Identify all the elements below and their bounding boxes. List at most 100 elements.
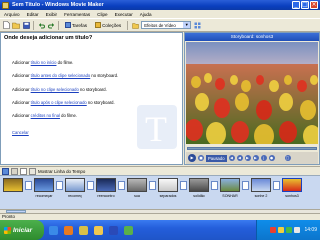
- fullscreen-icon[interactable]: □: [284, 155, 291, 161]
- link-title-on-clip[interactable]: título no clipe selecionado: [31, 87, 79, 92]
- transition-slot[interactable]: [179, 178, 188, 192]
- undo-icon[interactable]: [37, 21, 45, 29]
- redo-icon[interactable]: [47, 21, 55, 29]
- transition-slot[interactable]: [117, 178, 126, 192]
- new-project-icon[interactable]: [2, 21, 10, 29]
- option-prefix: Adicionar: [12, 113, 31, 118]
- app-icon: [123, 225, 133, 235]
- collection-dropdown[interactable]: Efeitos de Vídeo ▼: [141, 21, 192, 29]
- storyboard-clip-selected[interactable]: sonhos3: [281, 178, 303, 210]
- clip-caption: reencontro: [97, 194, 115, 198]
- next-frame-icon[interactable]: ▶: [252, 155, 259, 161]
- security-icon[interactable]: [270, 227, 277, 233]
- menu-clipe[interactable]: Clipe: [97, 12, 107, 17]
- option-suffix: no storyboard.: [86, 100, 115, 105]
- storyboard-clip[interactable]: recomeçar: [33, 178, 55, 210]
- movie-maker-app-icon: [2, 1, 9, 9]
- colecoes-button[interactable]: Coleções: [92, 20, 124, 30]
- clip-caption: sonhos3: [285, 194, 299, 198]
- storyboard-clip[interactable]: sua: [126, 178, 148, 210]
- clip-thumbnail: [34, 178, 54, 192]
- option-prefix: Adicionar: [12, 87, 31, 92]
- clip-caption: SONHAR: [222, 194, 238, 198]
- transition-slot[interactable]: [148, 178, 157, 192]
- volume-icon[interactable]: [294, 227, 301, 233]
- taskbar-app-other[interactable]: [122, 224, 134, 236]
- taskbar-app-moviemaker[interactable]: [77, 224, 89, 236]
- menu-arquivo[interactable]: Arquivo: [4, 12, 20, 17]
- clip-thumbnail: [282, 178, 302, 192]
- save-icon[interactable]: [22, 21, 30, 29]
- clip-thumbnail: [189, 178, 209, 192]
- taskbar-app-media[interactable]: [62, 224, 74, 236]
- window-title: Sem Título - Windows Movie Maker: [12, 2, 104, 8]
- clip-thumbnail: [96, 178, 116, 192]
- menu-exibir[interactable]: Exibir: [46, 12, 58, 17]
- tarefas-button[interactable]: Tarefas: [62, 20, 90, 30]
- open-folder-icon[interactable]: [12, 21, 20, 29]
- transition-slot[interactable]: [210, 178, 219, 192]
- preview-title: Storyboard: sonhos3: [185, 33, 319, 41]
- show-timeline-button[interactable]: Mostrar Linha do Tempo: [38, 169, 85, 174]
- playback-icon[interactable]: [20, 167, 27, 175]
- collections-up-icon[interactable]: [131, 21, 139, 29]
- status-bar: Pronto: [0, 213, 320, 220]
- cancel-link[interactable]: Cancelar: [12, 130, 29, 135]
- option-credits-end: Adicionar créditos no final do filme.: [12, 113, 77, 118]
- storyboard-clip[interactable]: reencontro: [95, 178, 117, 210]
- seek-bar[interactable]: [187, 147, 317, 150]
- transition-slot[interactable]: [86, 178, 95, 192]
- network-icon[interactable]: [278, 227, 285, 233]
- word-icon: [108, 225, 118, 235]
- clip-thumbnail: [127, 178, 147, 192]
- start-button[interactable]: Iniciar: [0, 220, 44, 240]
- audio-levels-icon[interactable]: [11, 167, 18, 175]
- tasks-icon: [65, 22, 71, 28]
- narrate-icon[interactable]: [2, 167, 9, 175]
- storyboard-toolbar: Mostrar Linha do Tempo: [0, 166, 320, 175]
- transition-slot[interactable]: [272, 178, 281, 192]
- storyboard-clip[interactable]: [2, 178, 24, 210]
- transition-slot[interactable]: [24, 178, 33, 192]
- menu-executar[interactable]: Executar: [115, 12, 133, 17]
- option-suffix: no storyboard.: [78, 87, 107, 92]
- svg-text:T: T: [145, 109, 167, 149]
- split-icon[interactable]: |: [260, 155, 267, 161]
- storyboard-clip[interactable]: sonhe 2: [250, 178, 272, 210]
- stop-icon[interactable]: ■: [198, 155, 204, 161]
- maximize-button[interactable]: □: [301, 1, 309, 9]
- menu-ferramentas[interactable]: Ferramentas: [64, 12, 90, 17]
- rewind-icon[interactable]: ◀: [236, 155, 243, 161]
- forward-icon[interactable]: ▶: [244, 155, 251, 161]
- thumbnails-view-icon[interactable]: [193, 21, 201, 29]
- transition-slot[interactable]: [241, 178, 250, 192]
- previous-frame-icon[interactable]: ◀: [228, 155, 235, 161]
- transition-icon: [56, 180, 63, 190]
- taskbar-app-word[interactable]: [107, 224, 119, 236]
- minimize-button[interactable]: _: [292, 1, 300, 9]
- menu-editar[interactable]: Editar: [27, 12, 39, 17]
- transition-slot[interactable]: [55, 178, 64, 192]
- preview-image-tulips: [186, 42, 318, 144]
- play-icon[interactable]: ▶: [188, 154, 196, 162]
- antivirus-icon[interactable]: [286, 227, 293, 233]
- link-title-before-clip[interactable]: título antes do clipe selecionado: [31, 73, 91, 78]
- option-suffix: do filme.: [59, 113, 77, 118]
- menu-ajuda[interactable]: Ajuda: [140, 12, 152, 17]
- movie-maker-icon: [78, 225, 88, 235]
- title-task-pane: T Onde deseja adicionar um título? Adici…: [0, 32, 183, 165]
- transition-icon: [149, 180, 156, 190]
- taskbar-app-explorer[interactable]: [92, 224, 104, 236]
- timeline-icon[interactable]: [29, 167, 36, 175]
- option-title-start: Adicionar título no início do filme.: [12, 60, 73, 65]
- taskbar-app-ie[interactable]: [47, 224, 59, 236]
- close-button[interactable]: ×: [310, 1, 318, 9]
- link-credits-end[interactable]: créditos no final: [31, 113, 60, 118]
- storyboard-clip[interactable]: recomeç: [64, 178, 86, 210]
- link-title-start[interactable]: título no início: [31, 60, 57, 65]
- link-title-after-clip[interactable]: título após o clipe selecionado: [31, 100, 87, 105]
- storyboard-clip[interactable]: solidão: [188, 178, 210, 210]
- storyboard-clip[interactable]: separados: [157, 178, 179, 210]
- storyboard-clip[interactable]: SONHAR: [219, 178, 241, 210]
- snapshot-icon[interactable]: ●: [268, 155, 275, 161]
